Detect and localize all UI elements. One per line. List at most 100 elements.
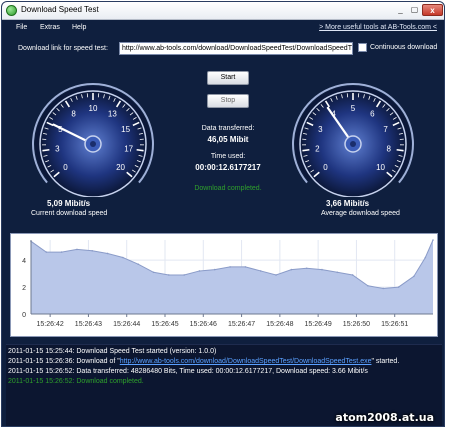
x-tick-label: 15:26:44	[113, 321, 140, 328]
data-point	[137, 263, 139, 266]
current-speed-caption: Current download speed	[31, 210, 108, 217]
average-speed-value: 3,66 Mibit/s	[326, 199, 370, 208]
app-window: Download Speed Test _ ▢ x File Extras He…	[1, 1, 445, 427]
y-tick-label: 2	[22, 285, 26, 292]
gauge-tick-label: 5	[351, 104, 356, 113]
x-tick-label: 15:26:50	[343, 321, 370, 328]
x-tick-label: 15:26:47	[228, 321, 255, 328]
x-tick-label: 15:26:45	[151, 321, 178, 328]
minimize-icon[interactable]: _	[394, 4, 407, 16]
data-point	[336, 271, 339, 274]
title-bar: Download Speed Test _ ▢ x	[2, 2, 444, 20]
current-speed-value: 5,09 Mibit/s	[47, 199, 91, 208]
data-point	[259, 270, 262, 272]
gauge-tick-label: 0	[323, 163, 328, 172]
url-label: Download link for speed test:	[18, 45, 108, 52]
data-transferred-value: 46,05 Mibit	[207, 135, 249, 144]
time-used-value: 00:00:12.6177217	[195, 163, 261, 172]
menu-help[interactable]: Help	[72, 24, 86, 31]
gauge-tick-label: 2	[315, 145, 320, 154]
data-point	[168, 274, 170, 276]
gauge-tick-label: 10	[89, 104, 98, 113]
log-line-prefix: 2011-01-15 15:26:36: Download of "	[8, 358, 120, 365]
data-point	[432, 239, 434, 241]
average-speed-dial: 0234567810	[292, 83, 414, 197]
x-tick-label: 15:26:46	[190, 321, 217, 328]
gauge-tick	[302, 148, 310, 152]
data-point	[45, 251, 48, 253]
current-speed-gauge: 0 3 5 8 10 13 15 17 20	[28, 72, 158, 197]
more-tools-link[interactable]: > More useful tools at AB-Tools.com <	[319, 24, 437, 31]
data-point	[76, 248, 78, 251]
window-title: Download Speed Test	[21, 5, 99, 14]
app-logo-icon	[6, 5, 17, 16]
data-point	[106, 252, 109, 255]
data-point	[229, 266, 231, 268]
data-point	[290, 268, 293, 271]
data-point	[397, 286, 400, 288]
data-transferred-label: Data transferred:	[201, 125, 255, 132]
gauge-tick-label: 15	[121, 125, 130, 134]
stop-button[interactable]: Stop	[207, 94, 249, 108]
data-point	[60, 251, 63, 253]
maximize-icon[interactable]: ▢	[408, 4, 421, 16]
data-point	[351, 274, 354, 276]
speed-history-plot: 0 2 4 15:26:42 15:26:43 15:26:44 15:26:45 15:26…	[22, 239, 434, 328]
x-tick-label: 15:26:48	[266, 321, 293, 328]
menu-bar: File Extras Help > More useful tools at …	[2, 21, 444, 35]
continuous-download-checkbox[interactable]	[358, 43, 367, 52]
data-point	[122, 256, 124, 259]
download-link[interactable]: http://www.ab-tools.com/download/Downloa…	[120, 358, 372, 365]
data-point	[305, 267, 308, 270]
data-point	[367, 284, 369, 287]
close-icon[interactable]: x	[422, 4, 443, 16]
y-tick-label: 0	[22, 312, 26, 319]
watermark-text: atom2008.at.ua	[335, 411, 434, 424]
start-button[interactable]: Start	[207, 71, 249, 85]
log-line: 2011-01-15 15:26:36: Download of "http:/…	[8, 358, 399, 365]
log-line: 2011-01-15 15:26:52: Download completed.	[8, 378, 144, 385]
gauge-hub-center	[350, 141, 356, 147]
log-line: 2011-01-15 15:26:52: Data transferred: 4…	[8, 368, 368, 375]
status-text: Download completed.	[194, 185, 262, 192]
y-tick-label: 4	[22, 258, 26, 265]
menu-extras[interactable]: Extras	[40, 24, 60, 31]
log-line: 2011-01-15 15:25:44: Download Speed Test…	[8, 348, 217, 355]
gauge-hub-center	[90, 141, 96, 147]
gauge-tick	[136, 148, 144, 152]
gauge-tick-label: 7	[383, 125, 388, 134]
data-point	[382, 287, 385, 290]
data-point	[413, 275, 415, 278]
menu-file[interactable]: File	[16, 24, 27, 31]
gauge-tick-label: 6	[370, 110, 375, 119]
data-point	[244, 266, 247, 268]
time-used-label: Time used:	[210, 153, 246, 160]
gauge-tick-label: 17	[124, 145, 133, 154]
download-url-input[interactable]: http://www.ab-tools.com/download/Downloa…	[119, 42, 353, 55]
data-point	[275, 274, 277, 276]
data-point	[424, 256, 427, 259]
data-point	[213, 268, 216, 271]
gauge-tick-label: 10	[376, 163, 385, 172]
log-line-suffix: " started.	[371, 358, 400, 365]
continuous-download-label: Continuous download	[370, 44, 438, 51]
average-speed-gauge: 0 2 3 4 5 6 7 8 10	[288, 72, 418, 197]
data-point	[91, 249, 94, 252]
gauge-tick-label: 13	[108, 110, 117, 119]
current-speed-dial: 03581013151720	[32, 83, 154, 197]
gauge-tick-label: 8	[71, 110, 76, 119]
gauge-tick-label: 0	[63, 163, 68, 172]
x-tick-label: 15:26:51	[381, 321, 408, 328]
gauge-tick-label: 20	[116, 163, 125, 172]
average-speed-caption: Average download speed	[321, 210, 400, 217]
data-point	[321, 268, 323, 271]
speed-history-chart: 0 2 4 15:26:42 15:26:43 15:26:44 15:26:45 15:26…	[10, 233, 438, 337]
x-tick-label: 15:26:42	[37, 321, 64, 328]
x-tick-label: 15:26:49	[305, 321, 332, 328]
gauge-tick-label: 8	[386, 145, 391, 154]
gauge-tick-label: 3	[55, 145, 60, 154]
data-point	[183, 274, 185, 276]
gauge-tick-label: 3	[318, 125, 323, 134]
data-point	[198, 270, 201, 272]
data-point	[152, 271, 155, 274]
